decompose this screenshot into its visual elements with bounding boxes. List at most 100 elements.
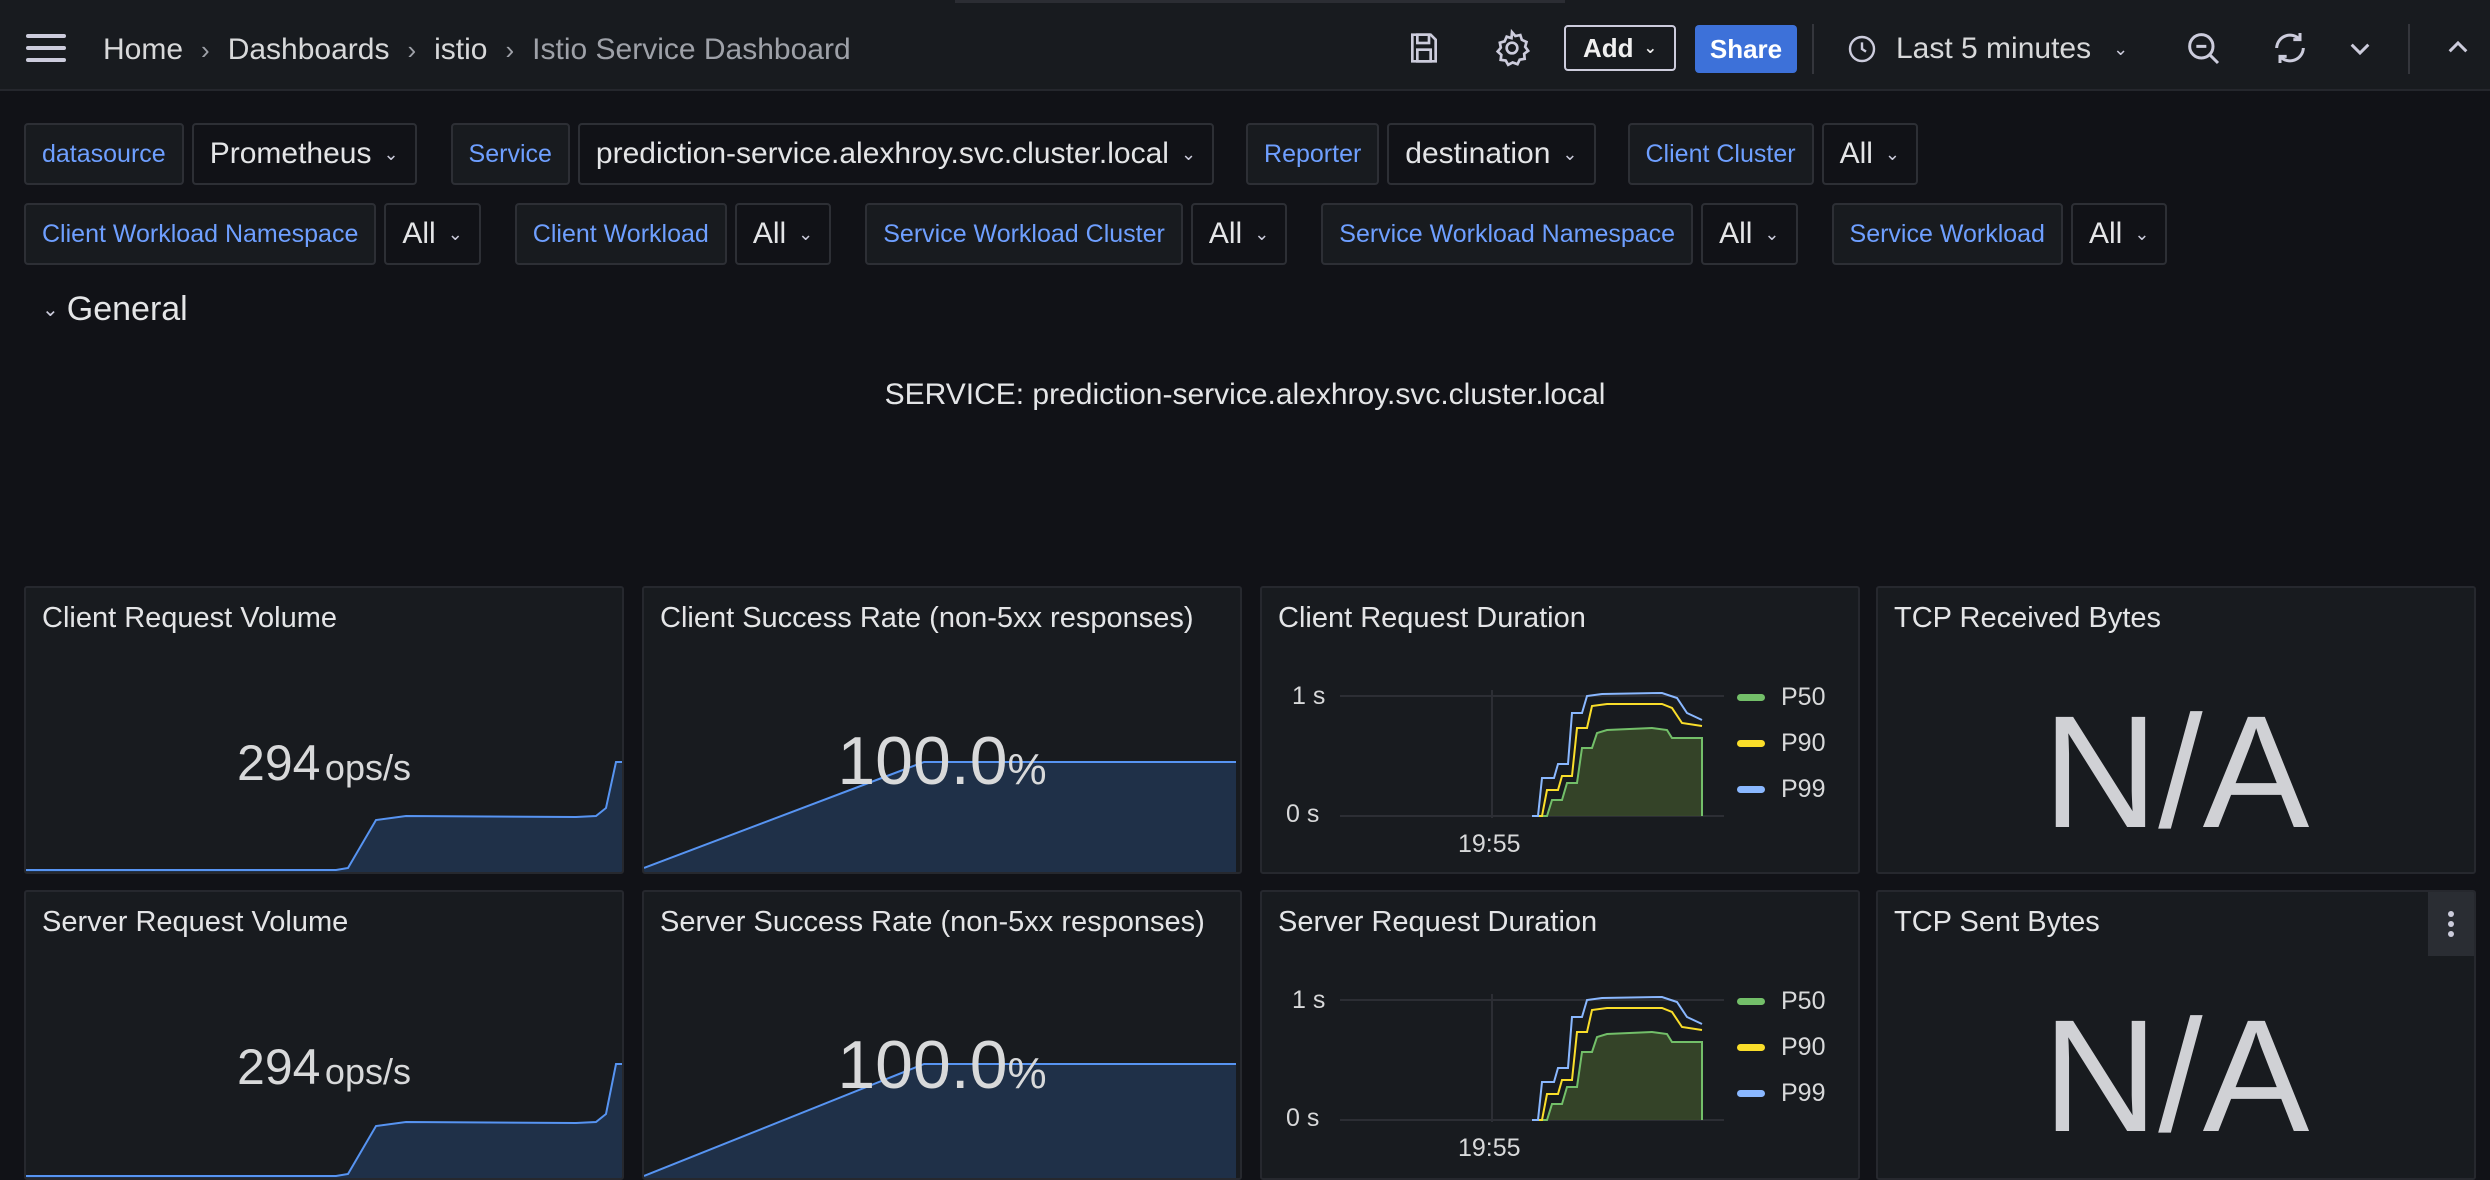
panel-client-success-rate[interactable]: Client Success Rate (non-5xx responses) … (642, 586, 1242, 874)
panel-server-request-volume[interactable]: Server Request Volume 294 ops/s (24, 890, 624, 1180)
toolbar-divider (1812, 24, 1814, 74)
refresh-interval-chevron-icon[interactable] (2340, 28, 2376, 68)
add-button-label: Add (1583, 32, 1634, 63)
legend-item-p50[interactable]: P50 (1737, 674, 1825, 720)
variable-select-service-workload-cluster[interactable]: All ⌄ (1190, 203, 1288, 265)
breadcrumb: Home › Dashboards › istio › Istio Servic… (103, 30, 851, 70)
chevron-down-icon: ⌄ (42, 299, 59, 321)
row-header-general[interactable]: ⌄ General (42, 290, 188, 329)
zoom-out-icon[interactable] (2183, 28, 2223, 68)
collapse-chevron-up-icon[interactable] (2438, 28, 2474, 68)
legend-item-p50[interactable]: P50 (1737, 978, 1825, 1024)
variable-label-client-workload-namespace: Client Workload Namespace (24, 203, 377, 265)
variable-select-client-workload-namespace[interactable]: All ⌄ (384, 203, 481, 265)
timeseries-chart (1340, 690, 1724, 818)
toolbar-divider (2408, 24, 2410, 74)
variable-value: destination (1405, 137, 1551, 170)
variable-value: All (1208, 217, 1243, 250)
legend-label: P99 (1781, 1078, 1826, 1107)
chevron-down-icon: ⌄ (1180, 143, 1197, 164)
variable-value: All (752, 217, 787, 250)
variable-value: prediction-service.alexhroy.svc.cluster.… (595, 137, 1169, 170)
template-variables-row-1: datasource Prometheus ⌄ Service predictio… (24, 122, 1918, 186)
variable-value: All (1719, 217, 1753, 250)
stat-value-na: N/A (2042, 986, 2310, 1165)
template-variables-row-2: Client Workload Namespace All ⌄ Client Wo… (24, 202, 2168, 266)
legend-label: P50 (1781, 682, 1826, 711)
legend-item-p90[interactable]: P90 (1737, 720, 1825, 766)
legend-label: P99 (1781, 774, 1826, 803)
time-range-label: Last 5 minutes (1896, 32, 2092, 65)
panel-title: TCP Sent Bytes (1894, 906, 2100, 938)
variable-value: Prometheus (209, 137, 372, 170)
panel-tcp-received-bytes[interactable]: TCP Received Bytes N/A (1876, 586, 2476, 874)
stat-number: 100.0 (837, 723, 1008, 799)
stat-value-na: N/A (2042, 682, 2310, 861)
service-name-text: SERVICE: prediction-service.alexhroy.svc… (884, 378, 1606, 411)
variable-label-client-cluster: Client Cluster (1627, 123, 1814, 185)
save-dashboard-icon[interactable] (1404, 28, 1444, 68)
chart-legend: P50 P90 P99 (1737, 978, 1825, 1116)
stat-value: 100.0% (644, 722, 1240, 800)
top-navigation-bar: Home › Dashboards › istio › Istio Servic… (0, 0, 2490, 91)
chevron-down-icon: ⌄ (798, 223, 814, 244)
chevron-down-icon: ⌄ (2113, 38, 2129, 59)
breadcrumb-separator-icon: › (201, 34, 210, 65)
chevron-down-icon: ⌄ (1254, 223, 1270, 244)
settings-gear-icon[interactable] (1492, 28, 1532, 68)
legend-item-p99[interactable]: P99 (1737, 766, 1825, 812)
chevron-down-icon: ⌄ (1643, 40, 1657, 57)
legend-label: P50 (1781, 986, 1826, 1015)
variable-select-reporter[interactable]: destination ⌄ (1387, 123, 1596, 185)
breadcrumb-separator-icon: › (505, 34, 515, 65)
time-range-picker[interactable]: Last 5 minutes ⌄ (1846, 26, 2128, 72)
clock-icon (1848, 35, 1876, 63)
timeseries-chart (1340, 994, 1724, 1122)
legend-item-p99[interactable]: P99 (1737, 1070, 1825, 1116)
variable-select-service-workload-namespace[interactable]: All ⌄ (1701, 203, 1798, 265)
share-button[interactable]: Share (1695, 25, 1797, 73)
row-title: General (66, 290, 188, 328)
variable-select-client-cluster[interactable]: All ⌄ (1821, 123, 1918, 185)
hamburger-menu-icon[interactable] (26, 34, 66, 62)
breadcrumb-istio[interactable]: istio (434, 33, 487, 67)
variable-select-client-workload[interactable]: All ⌄ (734, 203, 832, 265)
variable-label-service: Service (450, 123, 570, 185)
panel-client-request-duration[interactable]: Client Request Duration 1 s 0 s 19:55 P5… (1260, 586, 1860, 874)
legend-item-p90[interactable]: P90 (1737, 1024, 1825, 1070)
stat-number: 100.0 (837, 1027, 1008, 1103)
sparkline-chart (26, 761, 622, 872)
variable-label-client-workload: Client Workload (514, 203, 727, 265)
legend-label: P90 (1781, 728, 1826, 757)
variable-label-service-workload-namespace: Service Workload Namespace (1321, 203, 1694, 265)
panel-menu-kebab-icon[interactable] (2428, 892, 2474, 956)
panel-title: TCP Received Bytes (1894, 602, 2162, 634)
variable-label-reporter: Reporter (1246, 123, 1380, 185)
refresh-icon[interactable] (2270, 28, 2310, 68)
breadcrumb-separator-icon: › (407, 34, 417, 65)
sparkline-chart (26, 1063, 622, 1178)
chevron-down-icon: ⌄ (1562, 143, 1578, 164)
panel-server-request-duration[interactable]: Server Request Duration 1 s 0 s 19:55 P5… (1260, 890, 1860, 1180)
breadcrumb-dashboards[interactable]: Dashboards (228, 33, 390, 67)
chevron-down-icon: ⌄ (447, 223, 463, 244)
panel-tcp-sent-bytes[interactable]: TCP Sent Bytes N/A (1876, 890, 2476, 1180)
variable-label-service-workload: Service Workload (1831, 203, 2063, 265)
stat-unit: % (1007, 745, 1047, 794)
chevron-down-icon: ⌄ (1764, 223, 1780, 244)
add-button[interactable]: Add ⌄ (1564, 25, 1676, 71)
stat-value: 100.0% (644, 1026, 1240, 1104)
variable-label-datasource: datasource (24, 123, 184, 185)
stat-unit: % (1007, 1049, 1047, 1098)
breadcrumb-home[interactable]: Home (103, 33, 183, 67)
panel-client-request-volume[interactable]: Client Request Volume 294 ops/s (24, 586, 624, 874)
variable-select-service-workload[interactable]: All ⌄ (2070, 203, 2168, 265)
variable-value: All (1839, 137, 1873, 170)
variable-select-datasource[interactable]: Prometheus ⌄ (191, 123, 417, 185)
chevron-down-icon: ⌄ (383, 143, 399, 164)
chart-legend: P50 P90 P99 (1737, 674, 1825, 812)
variable-select-service[interactable]: prediction-service.alexhroy.svc.cluster.… (577, 123, 1215, 185)
variable-value: All (2088, 217, 2123, 250)
page-title: Istio Service Dashboard (532, 33, 851, 66)
panel-server-success-rate[interactable]: Server Success Rate (non-5xx responses) … (642, 890, 1242, 1180)
